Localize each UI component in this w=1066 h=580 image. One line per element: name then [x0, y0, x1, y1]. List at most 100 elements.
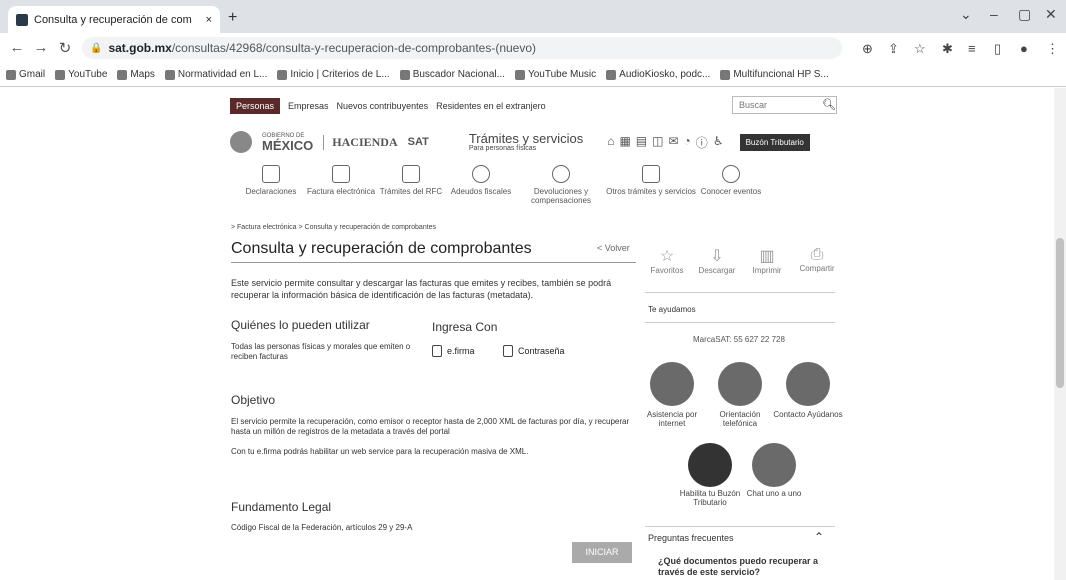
bookmark-audiokiosko[interactable]: AudioKiosko, podc...	[606, 69, 710, 80]
bookmark-buscador[interactable]: Buscador Nacional...	[399, 69, 505, 80]
maximize-button[interactable]: ▢	[1018, 6, 1031, 23]
share-icon[interactable]: ⇪	[888, 41, 899, 57]
url-path: /consultas/42968/consulta-y-recuperacion…	[171, 41, 537, 55]
descargar-button[interactable]: ⇩ Descargar	[697, 246, 737, 275]
tab-title: Consulta y recuperación de com	[34, 13, 192, 26]
chevron-up-icon[interactable]: ⌃	[814, 530, 824, 544]
buzon-tributario-button[interactable]: Buzón Tributario	[739, 133, 810, 151]
nav-factura[interactable]: Factura electrónica	[306, 163, 376, 219]
nav-conocer[interactable]: Conocer eventos	[696, 163, 766, 219]
mexico-seal-icon	[230, 131, 252, 153]
buzon-label[interactable]: Habilita tu Buzón Tributario	[675, 489, 745, 507]
devoluciones-icon	[552, 165, 570, 183]
compartir-button[interactable]: ⎙ Compartir	[797, 246, 837, 275]
accessibility-icon[interactable]: ♿︎	[713, 134, 724, 151]
docs-icon[interactable]: ▤	[636, 134, 647, 151]
main-nav: Declaraciones Factura electrónica Trámit…	[236, 163, 846, 219]
asistencia-label[interactable]: Asistencia por internet	[637, 410, 707, 428]
hacienda-logo[interactable]: HACIENDA	[323, 134, 398, 150]
bookmark-normatividad[interactable]: Normatividad en L...	[164, 69, 267, 80]
marcasat-phone[interactable]: MarcaSAT: 55 627 22 728	[693, 335, 785, 344]
efirma-icon	[432, 345, 442, 357]
browser-tabbar: Consulta y recuperación de com × + ⌄ – ▢…	[0, 0, 1066, 33]
help-icon[interactable]: ⓘ	[696, 134, 708, 151]
new-tab-button[interactable]: +	[228, 9, 237, 27]
browser-tab[interactable]: Consulta y recuperación de com ×	[8, 6, 220, 33]
contacto-label[interactable]: Contacto Ayúdanos	[773, 410, 843, 419]
volver-link[interactable]: < Volver	[597, 243, 630, 253]
orientacion-label[interactable]: Orientación telefónica	[705, 410, 775, 428]
nav-declaraciones[interactable]: Declaraciones	[236, 163, 306, 219]
browser-navbar: ← → ↻ 🔒 sat.gob.mx/consultas/42968/consu…	[0, 33, 1066, 63]
bookmark-multifuncional[interactable]: Multifuncional HP S...	[720, 69, 829, 80]
faq-divider	[645, 526, 835, 527]
sidepanel-icon[interactable]: ▯	[994, 41, 1001, 57]
page-title: Consulta y recuperación de comprobantes	[231, 240, 532, 257]
bookmark-gmail[interactable]: Gmail	[6, 69, 45, 80]
extensions-icon[interactable]: ✱	[942, 41, 953, 57]
bookmark-criterios[interactable]: Inicio | Criterios de L...	[277, 69, 390, 80]
tab-search-icon[interactable]: ⌄	[960, 6, 972, 23]
youtube-icon	[55, 69, 66, 80]
orientacion-telefonica-icon[interactable]	[718, 362, 762, 406]
bookmark-youtube[interactable]: YouTube	[55, 69, 107, 80]
close-window-button[interactable]: ✕	[1045, 6, 1057, 23]
forward-icon[interactable]: →	[30, 39, 52, 56]
home-icon[interactable]: ⌂	[607, 134, 614, 151]
id-icon[interactable]: ◫	[652, 134, 663, 151]
nav-residentes[interactable]: Residentes en el extranjero	[436, 101, 546, 111]
contacto-icon[interactable]	[786, 362, 830, 406]
search-icon[interactable]: 🔍︎	[822, 98, 836, 111]
nav-empresas[interactable]: Empresas	[288, 101, 329, 111]
asistencia-internet-icon[interactable]	[650, 362, 694, 406]
side-divider-2	[645, 322, 835, 323]
scrollbar[interactable]	[1054, 88, 1066, 580]
contrasena-button[interactable]: Contraseña	[503, 345, 565, 357]
iniciar-button[interactable]: INICIAR	[572, 542, 632, 563]
chat-icon[interactable]: ◔	[684, 134, 691, 151]
minimize-button[interactable]: –	[990, 6, 998, 22]
tab-close-button[interactable]: ×	[206, 14, 212, 26]
favoritos-button[interactable]: ☆ Favoritos	[647, 246, 687, 275]
chat-label[interactable]: Chat uno a uno	[739, 489, 809, 498]
gmail-icon	[6, 69, 16, 80]
nav-nuevos[interactable]: Nuevos contribuyentes	[337, 101, 429, 111]
buzon-icon[interactable]	[688, 443, 732, 487]
objetivo-text: El servicio permite la recuperación, com…	[231, 417, 630, 436]
address-bar[interactable]: 🔒 sat.gob.mx/consultas/42968/consulta-y-…	[82, 37, 842, 59]
tramites-heading: Trámites y servicios Para personas físic…	[468, 131, 584, 152]
page-content	[0, 88, 1066, 580]
zoom-icon[interactable]: ⊕	[862, 41, 873, 57]
nav-personas[interactable]: Personas	[230, 97, 281, 114]
fundamento-heading: Fundamento Legal	[231, 500, 332, 514]
faq-question[interactable]: ¿Qué documentos puedo recuperar a través…	[658, 556, 828, 578]
mail-icon[interactable]: ✉	[668, 134, 678, 151]
profile-icon[interactable]: ●	[1020, 41, 1028, 56]
ingresa-heading: Ingresa Con	[432, 320, 498, 334]
imprimir-button[interactable]: ▥ Imprimir	[747, 246, 787, 275]
reading-list-icon[interactable]: ≡	[968, 41, 976, 56]
objetivo-text-2: Con tu e.firma podrás habilitar un web s…	[231, 447, 529, 456]
nav-otros[interactable]: Otros trámites y servicios	[606, 163, 696, 219]
efirma-button[interactable]: e.firma	[432, 345, 475, 357]
nav-devoluciones[interactable]: Devoluciones y compensaciones	[516, 163, 606, 219]
breadcrumb[interactable]: > Factura electrónica > Consulta y recup…	[231, 224, 436, 231]
nav-rfc[interactable]: Trámites del RFC	[376, 163, 446, 219]
faq-heading[interactable]: Preguntas frecuentes	[648, 533, 734, 543]
bookmark-star-icon[interactable]: ☆	[914, 41, 926, 57]
bookmark-maps[interactable]: Maps	[117, 69, 155, 80]
menu-icon[interactable]: ⋮	[1046, 41, 1059, 57]
reload-icon[interactable]: ↻	[54, 39, 76, 57]
calendar-icon[interactable]: ▦	[619, 134, 630, 151]
site-icon	[277, 69, 288, 80]
sat-logo[interactable]: SAT	[408, 136, 429, 148]
bookmark-youtube-music[interactable]: YouTube Music	[514, 69, 596, 80]
globe-icon	[164, 69, 175, 80]
back-icon[interactable]: ←	[6, 39, 28, 56]
maps-icon	[117, 69, 128, 80]
scroll-thumb[interactable]	[1056, 238, 1064, 388]
nav-adeudos[interactable]: Adeudos fiscales	[446, 163, 516, 219]
gobierno-logo[interactable]: GOBIERNO DE MÉXICO	[262, 133, 313, 152]
chat-uno-icon[interactable]	[752, 443, 796, 487]
diamond-icon	[399, 69, 410, 80]
